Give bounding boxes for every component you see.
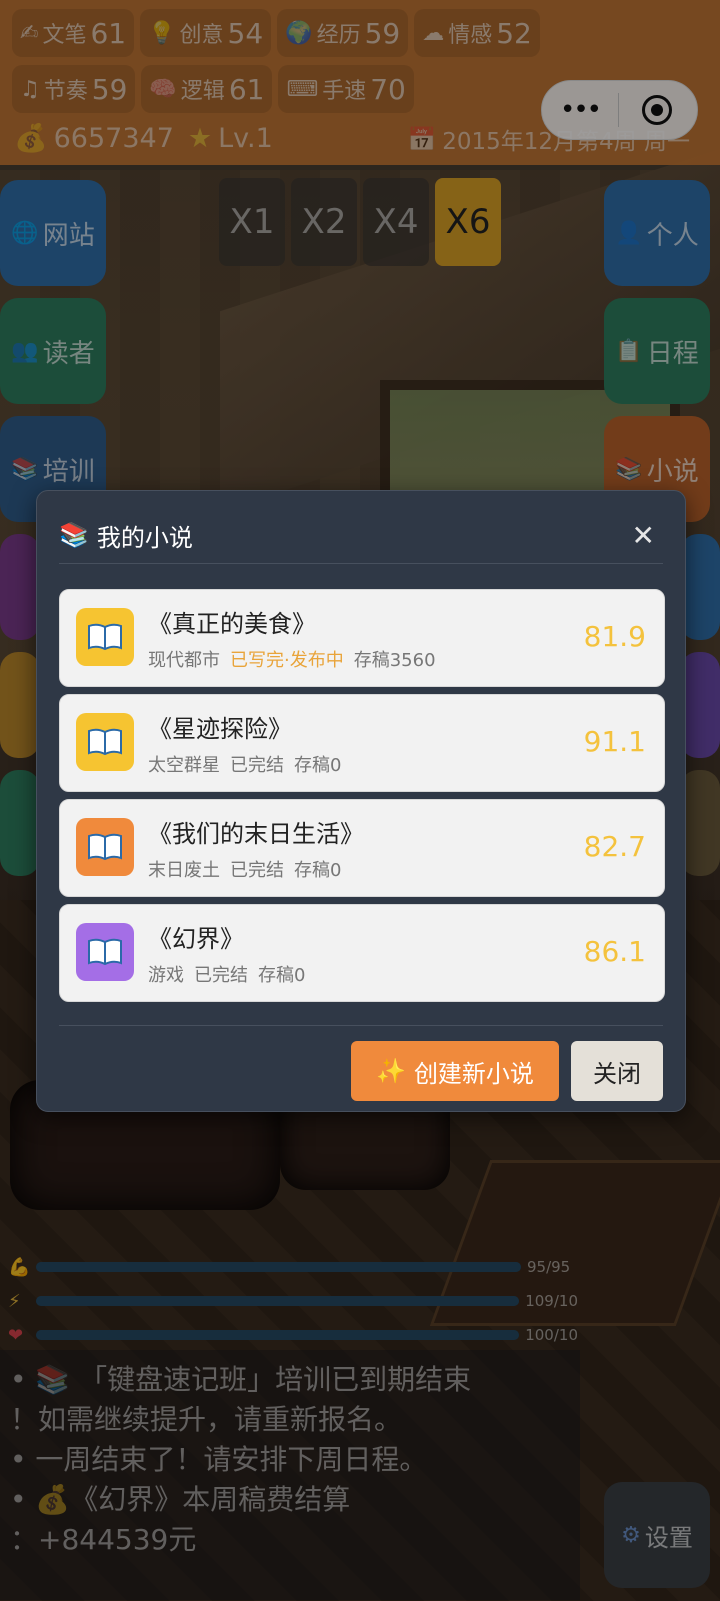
novel-status: 已完结 bbox=[230, 860, 284, 881]
novel-cover bbox=[76, 818, 134, 876]
novel-status: 已写完·发布中 bbox=[230, 650, 344, 671]
novel-score: 86.1 bbox=[583, 935, 646, 968]
novel-meta: 游戏 已完结 存稿0 bbox=[148, 961, 305, 987]
novel-item[interactable]: 《我们的末日生活》 末日废土 已完结 存稿0 82.7 bbox=[59, 799, 665, 897]
create-novel-button[interactable]: ✨ 创建新小说 bbox=[351, 1041, 559, 1101]
novel-title: 《星迹探险》 bbox=[148, 715, 292, 743]
novel-draft: 存稿0 bbox=[294, 860, 342, 881]
open-book-icon bbox=[88, 938, 122, 966]
books-icon: 📚 bbox=[59, 521, 89, 549]
novel-cover bbox=[76, 608, 134, 666]
novel-genre: 太空群星 bbox=[148, 755, 220, 776]
novel-title: 《幻界》 bbox=[148, 925, 244, 953]
novel-draft: 存稿0 bbox=[258, 965, 306, 986]
novel-score: 81.9 bbox=[583, 620, 646, 653]
novel-item[interactable]: 《真正的美食》 现代都市 已写完·发布中 存稿3560 81.9 bbox=[59, 589, 665, 687]
novel-cover bbox=[76, 713, 134, 771]
create-novel-label: 创建新小说 bbox=[413, 1059, 534, 1088]
novel-title: 《我们的末日生活》 bbox=[148, 820, 364, 848]
novel-meta: 现代都市 已写完·发布中 存稿3560 bbox=[148, 646, 436, 672]
novel-status: 已完结 bbox=[230, 755, 284, 776]
open-book-icon bbox=[88, 833, 122, 861]
novel-meta: 末日废土 已完结 存稿0 bbox=[148, 856, 341, 882]
novel-genre: 游戏 bbox=[148, 965, 184, 986]
novel-genre: 现代都市 bbox=[148, 650, 220, 671]
dialog-footer-divider bbox=[59, 1025, 663, 1026]
novel-item[interactable]: 《星迹探险》 太空群星 已完结 存稿0 91.1 bbox=[59, 694, 665, 792]
my-novels-dialog: 📚 我的小说 ✕ 《真正的美食》 现代都市 已写完·发布中 存稿3560 81.… bbox=[36, 490, 686, 1112]
dialog-header: 📚 我的小说 ✕ bbox=[59, 507, 663, 564]
close-icon[interactable]: ✕ bbox=[632, 519, 655, 552]
dialog-title: 我的小说 bbox=[96, 523, 193, 552]
novel-draft: 存稿0 bbox=[294, 755, 342, 776]
novel-draft: 存稿3560 bbox=[353, 650, 436, 671]
open-book-icon bbox=[88, 728, 122, 756]
novel-status: 已完结 bbox=[194, 965, 248, 986]
novel-cover bbox=[76, 923, 134, 981]
sparkles-icon: ✨ bbox=[376, 1057, 406, 1085]
novel-item[interactable]: 《幻界》 游戏 已完结 存稿0 86.1 bbox=[59, 904, 665, 1002]
novel-meta: 太空群星 已完结 存稿0 bbox=[148, 751, 341, 777]
close-dialog-button[interactable]: 关闭 bbox=[571, 1041, 663, 1101]
novel-score: 82.7 bbox=[583, 830, 646, 863]
novel-score: 91.1 bbox=[583, 725, 646, 758]
novel-title: 《真正的美食》 bbox=[148, 610, 316, 638]
novel-genre: 末日废土 bbox=[148, 860, 220, 881]
open-book-icon bbox=[88, 623, 122, 651]
